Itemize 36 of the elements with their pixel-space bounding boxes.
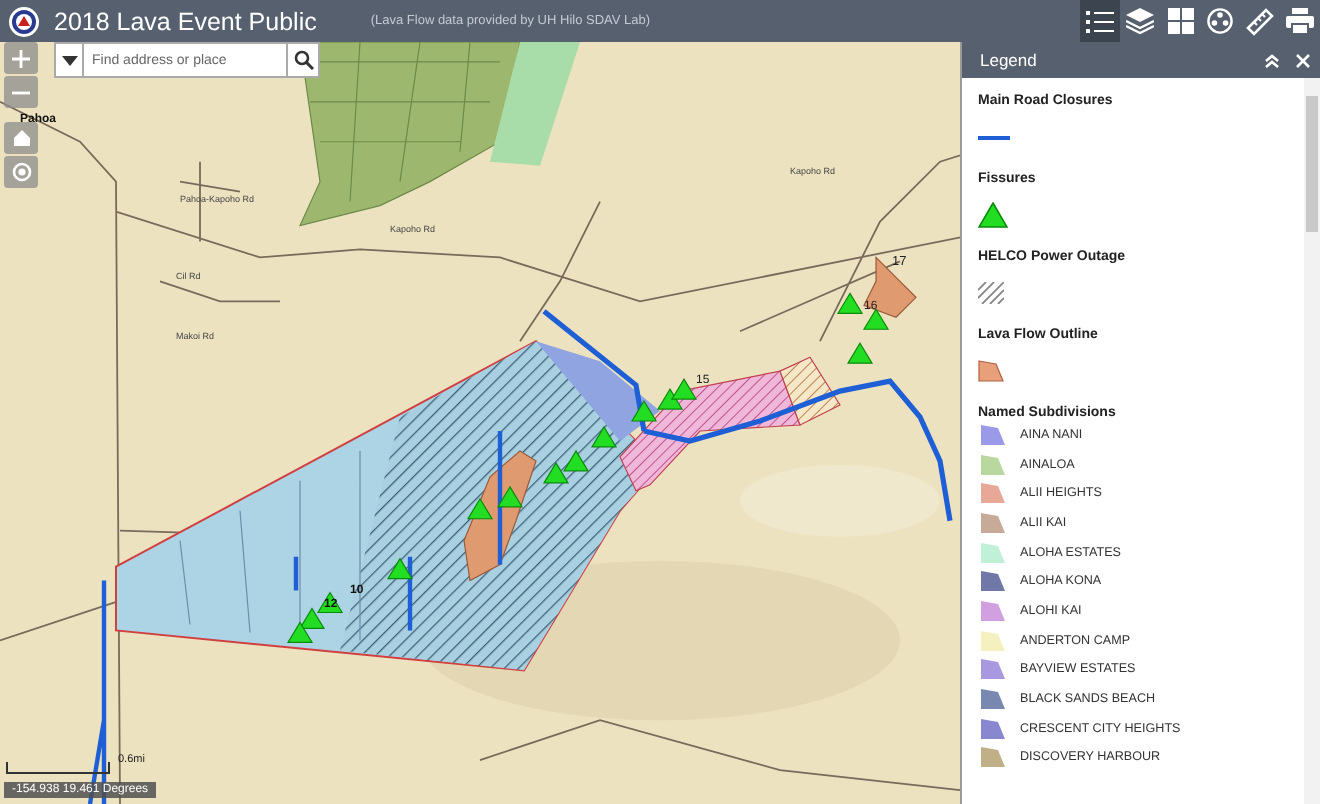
home-button[interactable] (4, 122, 38, 154)
subdivision-area (536, 341, 660, 441)
home-icon (11, 128, 31, 148)
app-title: 2018 Lava Event Public (54, 7, 317, 35)
fissure-marker (286, 621, 314, 643)
fissure-marker (656, 387, 684, 410)
plus-icon (12, 49, 30, 67)
legend-title: Legend (980, 50, 1039, 70)
fissure-marker (630, 399, 658, 422)
search-icon (293, 50, 313, 70)
zoom-in-button[interactable] (4, 42, 38, 74)
fissure-marker (542, 461, 570, 484)
fissure-marker (562, 449, 590, 472)
fissure-marker (670, 377, 698, 400)
fissure-marker (466, 497, 494, 520)
zoom-out-button[interactable] (4, 76, 38, 108)
search-dropdown-button[interactable] (54, 42, 84, 78)
close-icon[interactable] (1296, 53, 1310, 67)
fissure-marker (496, 485, 524, 508)
park-area (490, 42, 580, 166)
caret-icon (61, 55, 77, 65)
fissure-marker (316, 591, 344, 614)
fissure-marker (590, 425, 618, 448)
legend-button[interactable] (1080, 0, 1120, 42)
lava-flow (863, 256, 917, 318)
search-button[interactable] (286, 42, 320, 78)
scrollbar[interactable] (1304, 78, 1320, 804)
fissure-marker (862, 308, 890, 330)
fissure-marker (846, 342, 874, 364)
fissure-marker (836, 292, 864, 314)
fissure-marker (386, 557, 414, 580)
target-icon (11, 162, 31, 182)
fissure-marker (298, 607, 326, 630)
collapse-icon[interactable] (1264, 53, 1280, 67)
locate-button[interactable] (4, 156, 38, 188)
logo-icon (8, 5, 40, 37)
